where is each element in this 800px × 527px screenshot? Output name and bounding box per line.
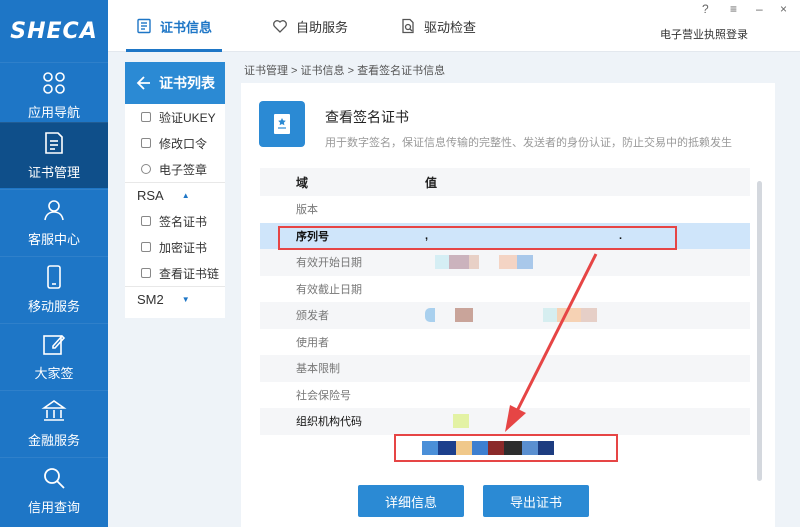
detail-info-button[interactable]: 详细信息 (358, 485, 464, 517)
export-cert-button[interactable]: 导出证书 (483, 485, 589, 517)
annotation-arrow (505, 253, 598, 432)
